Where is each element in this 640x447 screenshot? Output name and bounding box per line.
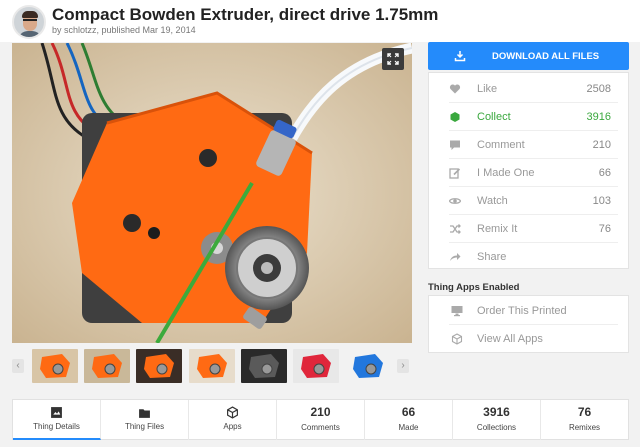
- avatar-shirt: [18, 31, 42, 37]
- collect-icon: [450, 112, 460, 122]
- tab-thing-files[interactable]: Thing Files: [101, 400, 189, 440]
- remixes-count: 76: [577, 405, 592, 419]
- collect-button[interactable]: Collect 3916: [429, 103, 628, 131]
- cube-icon: [451, 333, 463, 345]
- expand-icon[interactable]: [382, 48, 404, 70]
- monitor-icon: [451, 306, 463, 317]
- order-this-printed-link[interactable]: Order This Printed: [429, 297, 628, 325]
- comment-label: Comment: [477, 139, 525, 151]
- download-icon: [454, 51, 466, 62]
- watch-button[interactable]: Watch 103: [429, 187, 628, 215]
- i-made-one-button[interactable]: I Made One 66: [429, 159, 628, 187]
- view-all-apps-link[interactable]: View All Apps: [429, 325, 628, 353]
- avatar[interactable]: [12, 5, 46, 39]
- tab-comments[interactable]: 210 Comments: [277, 400, 365, 440]
- avatar-hair: [22, 11, 38, 18]
- folder-icon: [139, 409, 150, 418]
- remix-it-count: 76: [598, 223, 611, 235]
- tab-made[interactable]: 66 Made: [365, 400, 453, 440]
- tab-label: Remixes: [568, 423, 601, 432]
- remix-it-button[interactable]: Remix It 76: [429, 215, 628, 243]
- heart-icon: [449, 84, 461, 94]
- download-all-files-button[interactable]: DOWNLOAD ALL FILES: [428, 42, 629, 70]
- comments-count: 210: [310, 405, 331, 419]
- thumbnail-prev-button[interactable]: ‹: [12, 359, 24, 373]
- like-count: 2508: [586, 83, 611, 95]
- share-icon: [450, 253, 461, 261]
- thumbnail[interactable]: [84, 349, 130, 383]
- thumbnail-strip: ‹ ›: [12, 347, 412, 387]
- thumbnail-next-button[interactable]: ›: [397, 359, 409, 373]
- thumbnail[interactable]: [189, 349, 235, 383]
- author-published-line[interactable]: by schlotzz, published Mar 19, 2014: [52, 25, 196, 35]
- share-button[interactable]: Share: [429, 243, 628, 271]
- tab-label: Comments: [301, 423, 340, 432]
- tab-label: Thing Details: [33, 422, 80, 431]
- tab-remixes[interactable]: 76 Remixes: [541, 400, 628, 440]
- thing-apps-panel: Order This Printed View All Apps: [428, 295, 629, 353]
- tab-apps[interactable]: Apps: [189, 400, 277, 440]
- thumbnail[interactable]: [32, 349, 78, 383]
- share-label: Share: [477, 251, 507, 263]
- i-made-one-label: I Made One: [477, 167, 535, 179]
- eye-icon: [449, 198, 461, 204]
- collections-count: 3916: [483, 405, 510, 419]
- view-all-apps-label: View All Apps: [477, 333, 543, 345]
- apps-section-title: Thing Apps Enabled: [428, 282, 520, 293]
- extruder-photo-illustration: [12, 43, 412, 343]
- tab-label: Apps: [223, 422, 242, 431]
- thing-header: Compact Bowden Extruder, direct drive 1.…: [0, 0, 640, 42]
- like-label: Like: [477, 83, 498, 95]
- expand-icon-glyph: [387, 53, 399, 65]
- thumbnail[interactable]: [241, 349, 287, 383]
- collect-label: Collect: [477, 111, 511, 123]
- i-made-one-count: 66: [598, 167, 611, 179]
- main-photo[interactable]: [12, 43, 412, 343]
- download-label: DOWNLOAD ALL FILES: [492, 50, 600, 62]
- like-button[interactable]: Like 2508: [429, 75, 628, 103]
- comment-count: 210: [592, 139, 611, 151]
- cube-icon: [227, 406, 238, 419]
- comment-button[interactable]: Comment 210: [429, 131, 628, 159]
- tab-thing-details[interactable]: Thing Details: [13, 400, 101, 440]
- edit-icon: [449, 168, 461, 179]
- shuffle-icon: [450, 224, 461, 234]
- page-title: Compact Bowden Extruder, direct drive 1.…: [52, 5, 439, 24]
- made-count: 66: [401, 405, 416, 419]
- order-this-printed-label: Order This Printed: [477, 305, 567, 317]
- tab-collections[interactable]: 3916 Collections: [453, 400, 541, 440]
- tab-label: Collections: [476, 423, 517, 432]
- thumbnail[interactable]: [345, 349, 391, 383]
- thumbnail[interactable]: [136, 349, 182, 383]
- tab-label: Made: [398, 423, 419, 432]
- thing-tab-bar: Thing Details Thing Files Apps 210 Comme…: [12, 399, 629, 440]
- avatar-glasses: [23, 19, 37, 23]
- comment-icon: [450, 140, 460, 150]
- tab-label: Thing Files: [124, 422, 165, 431]
- remix-it-label: Remix It: [477, 223, 518, 235]
- thing-actions-panel: Like 2508 Collect 3916 Comment 210 I Mad…: [428, 72, 629, 269]
- watch-count: 103: [592, 195, 611, 207]
- collect-count: 3916: [586, 111, 611, 123]
- watch-label: Watch: [477, 195, 508, 207]
- details-icon: [51, 407, 62, 418]
- thumbnail[interactable]: [293, 349, 339, 383]
